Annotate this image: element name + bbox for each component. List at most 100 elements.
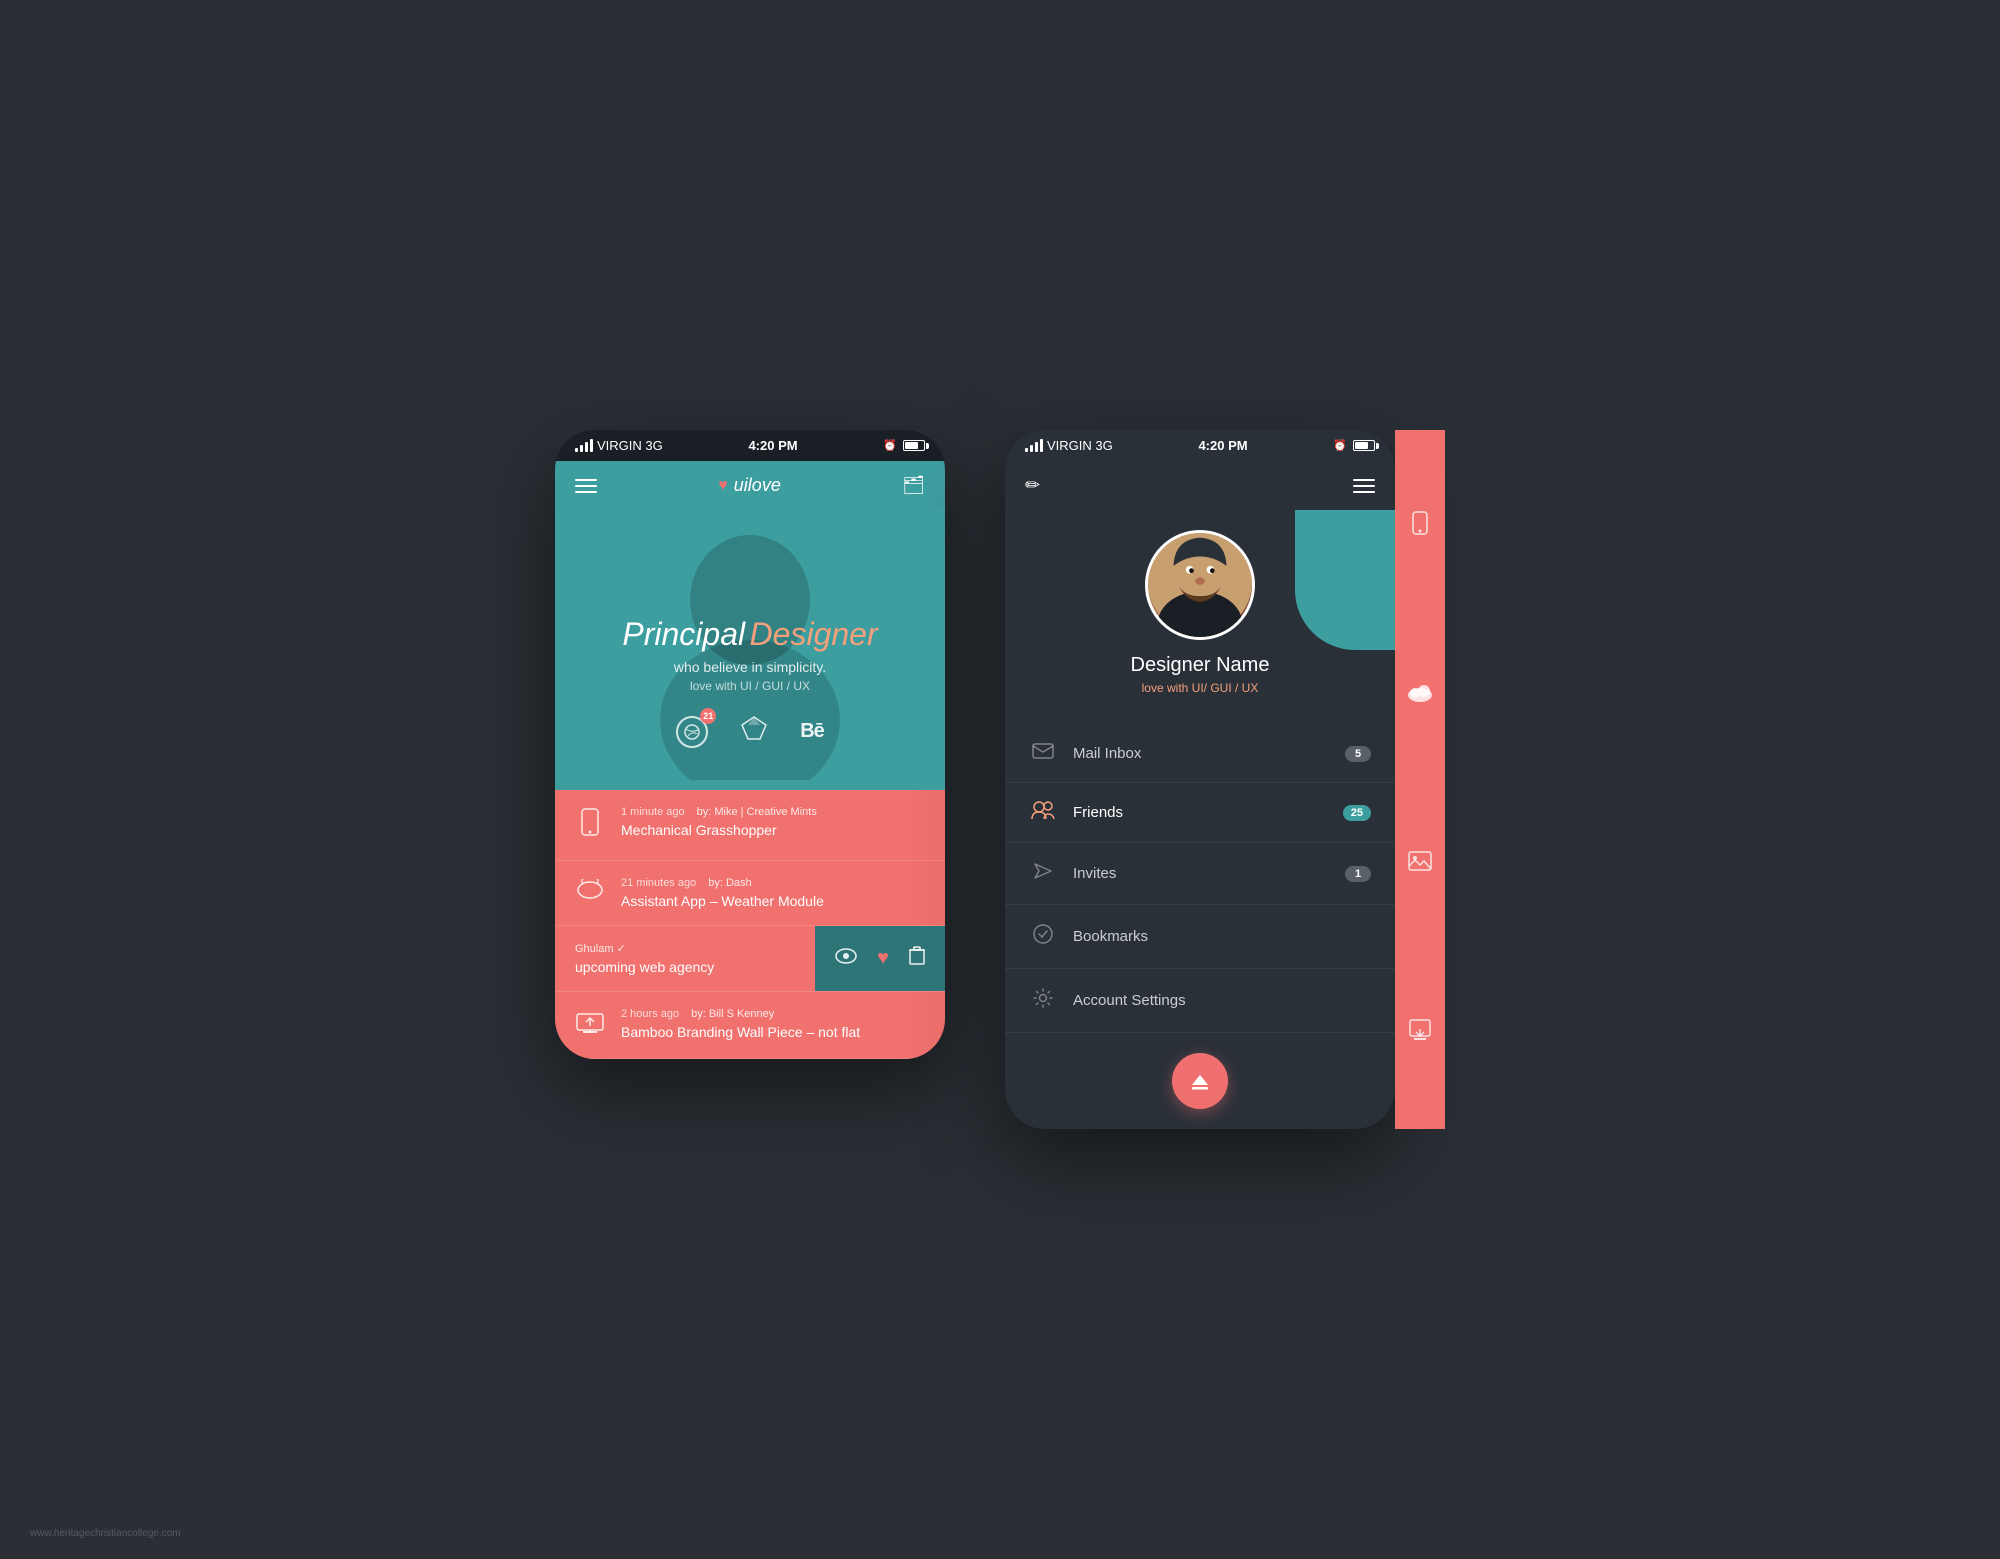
app-logo: ♥ uilove bbox=[718, 475, 781, 496]
side-strip-right bbox=[1395, 430, 1445, 1129]
status-right: ⏰ bbox=[883, 439, 925, 452]
hero-title-main: Principal bbox=[622, 616, 745, 652]
bookmarks-icon bbox=[1029, 923, 1057, 950]
phone-left: VIRGIN 3G 4:20 PM ⏰ ♥ uilove bbox=[555, 430, 945, 1059]
feed-item-2[interactable]: 21 minutes ago by: Dash Assistant App – … bbox=[555, 861, 945, 926]
hero-title-accent: Designer bbox=[750, 616, 878, 652]
delete-button[interactable] bbox=[909, 946, 925, 972]
avatar-image bbox=[1148, 530, 1252, 637]
mail-icon bbox=[1029, 743, 1057, 764]
profile-teal-accent bbox=[1295, 510, 1395, 650]
profile-name: Designer Name bbox=[1131, 654, 1270, 677]
sketch-icon bbox=[738, 713, 770, 745]
carrier-text: VIRGIN 3G bbox=[597, 438, 663, 453]
feed-time-4: 2 hours ago bbox=[621, 1008, 679, 1020]
dribbble-button[interactable]: 21 bbox=[676, 716, 708, 748]
heart-icon: ♥ bbox=[718, 477, 728, 495]
feed-icon-1 bbox=[575, 808, 605, 844]
carrier-text-r: VIRGIN 3G bbox=[1047, 438, 1113, 453]
hero-social: 21 bbox=[676, 713, 824, 750]
menu-item-mail[interactable]: Mail Inbox 5 bbox=[1005, 725, 1395, 783]
hero-subtitle: who believe in simplicity. bbox=[622, 659, 877, 675]
menu-label-friends: Friends bbox=[1073, 804, 1327, 821]
menu-badge-invites: 1 bbox=[1345, 866, 1371, 882]
feed-title-2: Assistant App – Weather Module bbox=[621, 893, 925, 909]
feed-time-2: 21 minutes ago bbox=[621, 877, 696, 889]
profile-avatar bbox=[1145, 530, 1255, 640]
menu-button[interactable] bbox=[575, 479, 597, 493]
hero-section: Principal Designer who believe in simpli… bbox=[555, 510, 945, 790]
feed-author-2: by: Dash bbox=[708, 877, 751, 889]
menu-item-friends[interactable]: Friends 25 bbox=[1005, 783, 1395, 843]
time-display-r: 4:20 PM bbox=[1198, 438, 1247, 453]
app-container: VIRGIN 3G 4:20 PM ⏰ ♥ uilove bbox=[555, 430, 1445, 1129]
feed-meta-3: Ghulam ✓ bbox=[575, 942, 765, 955]
menu-badge-mail: 5 bbox=[1345, 746, 1371, 762]
status-right-r: ⏰ bbox=[1333, 439, 1375, 452]
fab-button[interactable] bbox=[1172, 1053, 1228, 1109]
dribbble-badge: 21 bbox=[700, 708, 716, 724]
signal-icon bbox=[575, 439, 593, 452]
app-header-right: ✏ bbox=[1005, 461, 1395, 510]
status-left-r: VIRGIN 3G bbox=[1025, 438, 1113, 453]
hero-text: Principal Designer who believe in simpli… bbox=[622, 616, 877, 693]
fab-section bbox=[1005, 1033, 1395, 1129]
view-button[interactable] bbox=[835, 947, 857, 970]
menu-label-settings: Account Settings bbox=[1073, 992, 1371, 1009]
hero-tagline: love with UI / GUI / UX bbox=[622, 679, 877, 693]
status-left: VIRGIN 3G bbox=[575, 438, 663, 453]
menu-label-mail: Mail Inbox bbox=[1073, 745, 1329, 762]
status-bar-right: VIRGIN 3G 4:20 PM ⏰ bbox=[1005, 430, 1395, 461]
feed-title-3: upcoming web agency bbox=[575, 959, 765, 975]
sketch-button[interactable] bbox=[738, 713, 770, 750]
signal-icon-r bbox=[1025, 439, 1043, 452]
strip-download-icon bbox=[1409, 1019, 1431, 1048]
menu-label-bookmarks: Bookmarks bbox=[1073, 928, 1371, 945]
strip-cloud-icon bbox=[1406, 683, 1434, 708]
feed-time-1: 1 minute ago bbox=[621, 806, 685, 818]
like-button[interactable]: ♥ bbox=[877, 947, 889, 970]
feed-item-3[interactable]: Ghulam ✓ upcoming web agency ♥ bbox=[555, 926, 945, 992]
menu-label-invites: Invites bbox=[1073, 865, 1329, 882]
settings-icon bbox=[1029, 987, 1057, 1014]
feed-section: 1 minute ago by: Mike | Creative Mints M… bbox=[555, 790, 945, 1059]
feed-content-1: 1 minute ago by: Mike | Creative Mints M… bbox=[621, 806, 925, 838]
feed-title-4: Bamboo Branding Wall Piece – not flat bbox=[621, 1024, 925, 1040]
strip-phone-icon bbox=[1412, 511, 1428, 540]
menu-button-right[interactable] bbox=[1353, 479, 1375, 493]
feed-author-1: by: Mike | Creative Mints bbox=[697, 806, 817, 818]
clock-icon-r: ⏰ bbox=[1333, 439, 1347, 452]
status-bar-left: VIRGIN 3G 4:20 PM ⏰ bbox=[555, 430, 945, 461]
battery-icon-r bbox=[1353, 440, 1375, 451]
battery-icon bbox=[903, 440, 925, 451]
feed-content-4: 2 hours ago by: Bill S Kenney Bamboo Bra… bbox=[621, 1008, 925, 1040]
app-header-left: ♥ uilove 🗂 bbox=[555, 461, 945, 510]
profile-section: Designer Name love with UI/ GUI / UX bbox=[1005, 510, 1395, 725]
feed-content-2: 21 minutes ago by: Dash Assistant App – … bbox=[621, 877, 925, 909]
menu-item-bookmarks[interactable]: Bookmarks bbox=[1005, 905, 1395, 969]
menu-item-invites[interactable]: Invites 1 bbox=[1005, 843, 1395, 905]
feed-icon-4 bbox=[575, 1010, 605, 1042]
behance-button[interactable]: Bē bbox=[800, 720, 824, 743]
friends-icon bbox=[1029, 801, 1057, 824]
feed-meta-1: 1 minute ago by: Mike | Creative Mints bbox=[621, 806, 925, 818]
menu-badge-friends: 25 bbox=[1343, 805, 1371, 821]
invites-icon bbox=[1029, 861, 1057, 886]
feed-item-1[interactable]: 1 minute ago by: Mike | Creative Mints M… bbox=[555, 790, 945, 861]
feed-item-4[interactable]: 2 hours ago by: Bill S Kenney Bamboo Bra… bbox=[555, 992, 945, 1059]
behance-icon: Bē bbox=[800, 720, 824, 742]
edit-button[interactable]: ✏ bbox=[1025, 475, 1040, 496]
feed-icon-2 bbox=[575, 879, 605, 907]
time-display: 4:20 PM bbox=[748, 438, 797, 453]
profile-tagline: love with UI/ GUI / UX bbox=[1142, 681, 1259, 695]
menu-item-settings[interactable]: Account Settings bbox=[1005, 969, 1395, 1033]
strip-image-icon bbox=[1408, 851, 1432, 876]
phone-frame-left: VIRGIN 3G 4:20 PM ⏰ ♥ uilove bbox=[555, 430, 945, 1059]
feed-title-1: Mechanical Grasshopper bbox=[621, 822, 925, 838]
feed-meta-2: 21 minutes ago by: Dash bbox=[621, 877, 925, 889]
briefcase-icon[interactable]: 🗂 bbox=[902, 475, 925, 496]
eject-icon bbox=[1188, 1069, 1212, 1093]
phone-right-wrapper: VIRGIN 3G 4:20 PM ⏰ ✏ bbox=[1005, 430, 1445, 1129]
phone-frame-right: VIRGIN 3G 4:20 PM ⏰ ✏ bbox=[1005, 430, 1395, 1129]
feed-meta-4: 2 hours ago by: Bill S Kenney bbox=[621, 1008, 925, 1020]
